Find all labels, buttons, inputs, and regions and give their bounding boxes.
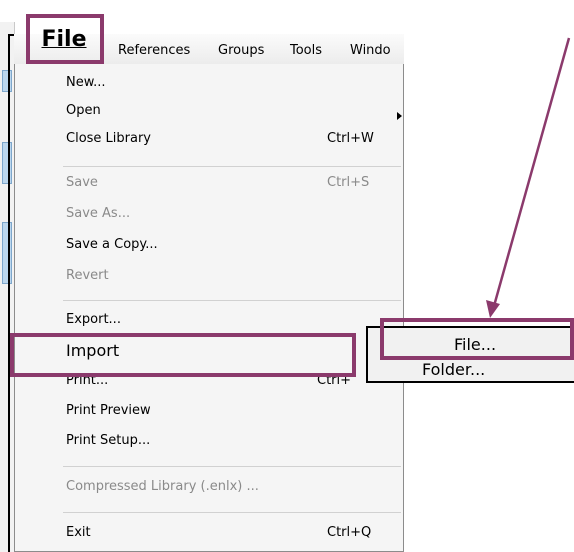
menu-item-label: Save As... — [66, 206, 131, 221]
menu-item-print-preview[interactable]: Print Preview — [15, 400, 403, 424]
file-dropdown-menu: New... Open Close Library Ctrl+W Save Ct… — [14, 64, 404, 552]
menu-item-save-as[interactable]: Save As... — [15, 203, 403, 227]
menu-item-compressed-library[interactable]: Compressed Library (.enlx) ... — [15, 476, 403, 500]
menu-separator — [63, 300, 401, 301]
menu-item-label: Save a Copy... — [66, 237, 158, 252]
menu-item-shortcut: Ctrl+S — [327, 175, 370, 190]
menu-separator — [63, 166, 401, 167]
menu-item-label: Print Setup... — [66, 433, 151, 448]
menu-item-export[interactable]: Export... — [15, 309, 403, 333]
file-highlight-box — [26, 14, 104, 64]
menu-separator — [63, 512, 401, 513]
menu-references[interactable]: References — [118, 43, 190, 58]
menu-tools[interactable]: Tools — [290, 43, 322, 58]
menu-item-label: Close Library — [66, 131, 152, 146]
frame-fragment — [2, 70, 12, 92]
menu-item-label: Print Preview — [66, 403, 151, 418]
menu-item-label: Export... — [66, 312, 121, 327]
submenu-item-folder[interactable]: Folder... — [422, 360, 485, 379]
menu-item-shortcut: Ctrl+W — [327, 131, 374, 146]
menu-item-close-library[interactable]: Close Library Ctrl+W — [15, 128, 403, 152]
menu-item-save-a-copy[interactable]: Save a Copy... — [15, 234, 403, 258]
menu-item-label: Revert — [66, 268, 109, 283]
window-border — [8, 34, 10, 552]
menu-window[interactable]: Windo — [350, 43, 391, 58]
import-highlight-box — [10, 333, 356, 377]
menu-item-new[interactable]: New... — [15, 72, 403, 96]
menu-item-exit[interactable]: Exit Ctrl+Q — [15, 522, 403, 546]
menu-item-label: Save — [66, 175, 98, 190]
menu-item-print-setup[interactable]: Print Setup... — [15, 430, 403, 454]
file-submenu-highlight-box — [380, 318, 574, 360]
menu-groups[interactable]: Groups — [218, 43, 264, 58]
menu-item-revert[interactable]: Revert — [15, 265, 403, 289]
menu-item-label: Compressed Library (.enlx) ... — [66, 479, 259, 494]
menu-item-save[interactable]: Save Ctrl+S — [15, 172, 403, 196]
menu-item-label: Exit — [66, 525, 91, 540]
menu-item-label: Open — [66, 103, 101, 118]
arrow-head-icon — [486, 300, 500, 318]
menu-item-shortcut: Ctrl+Q — [327, 525, 372, 540]
frame-fragment — [2, 222, 12, 284]
menu-separator — [63, 466, 401, 467]
menu-item-open[interactable]: Open — [15, 100, 403, 124]
menu-item-label: New... — [66, 75, 106, 90]
submenu-arrow-icon — [397, 112, 402, 120]
frame-fragment — [2, 142, 12, 184]
arrow-shaft — [492, 37, 571, 307]
